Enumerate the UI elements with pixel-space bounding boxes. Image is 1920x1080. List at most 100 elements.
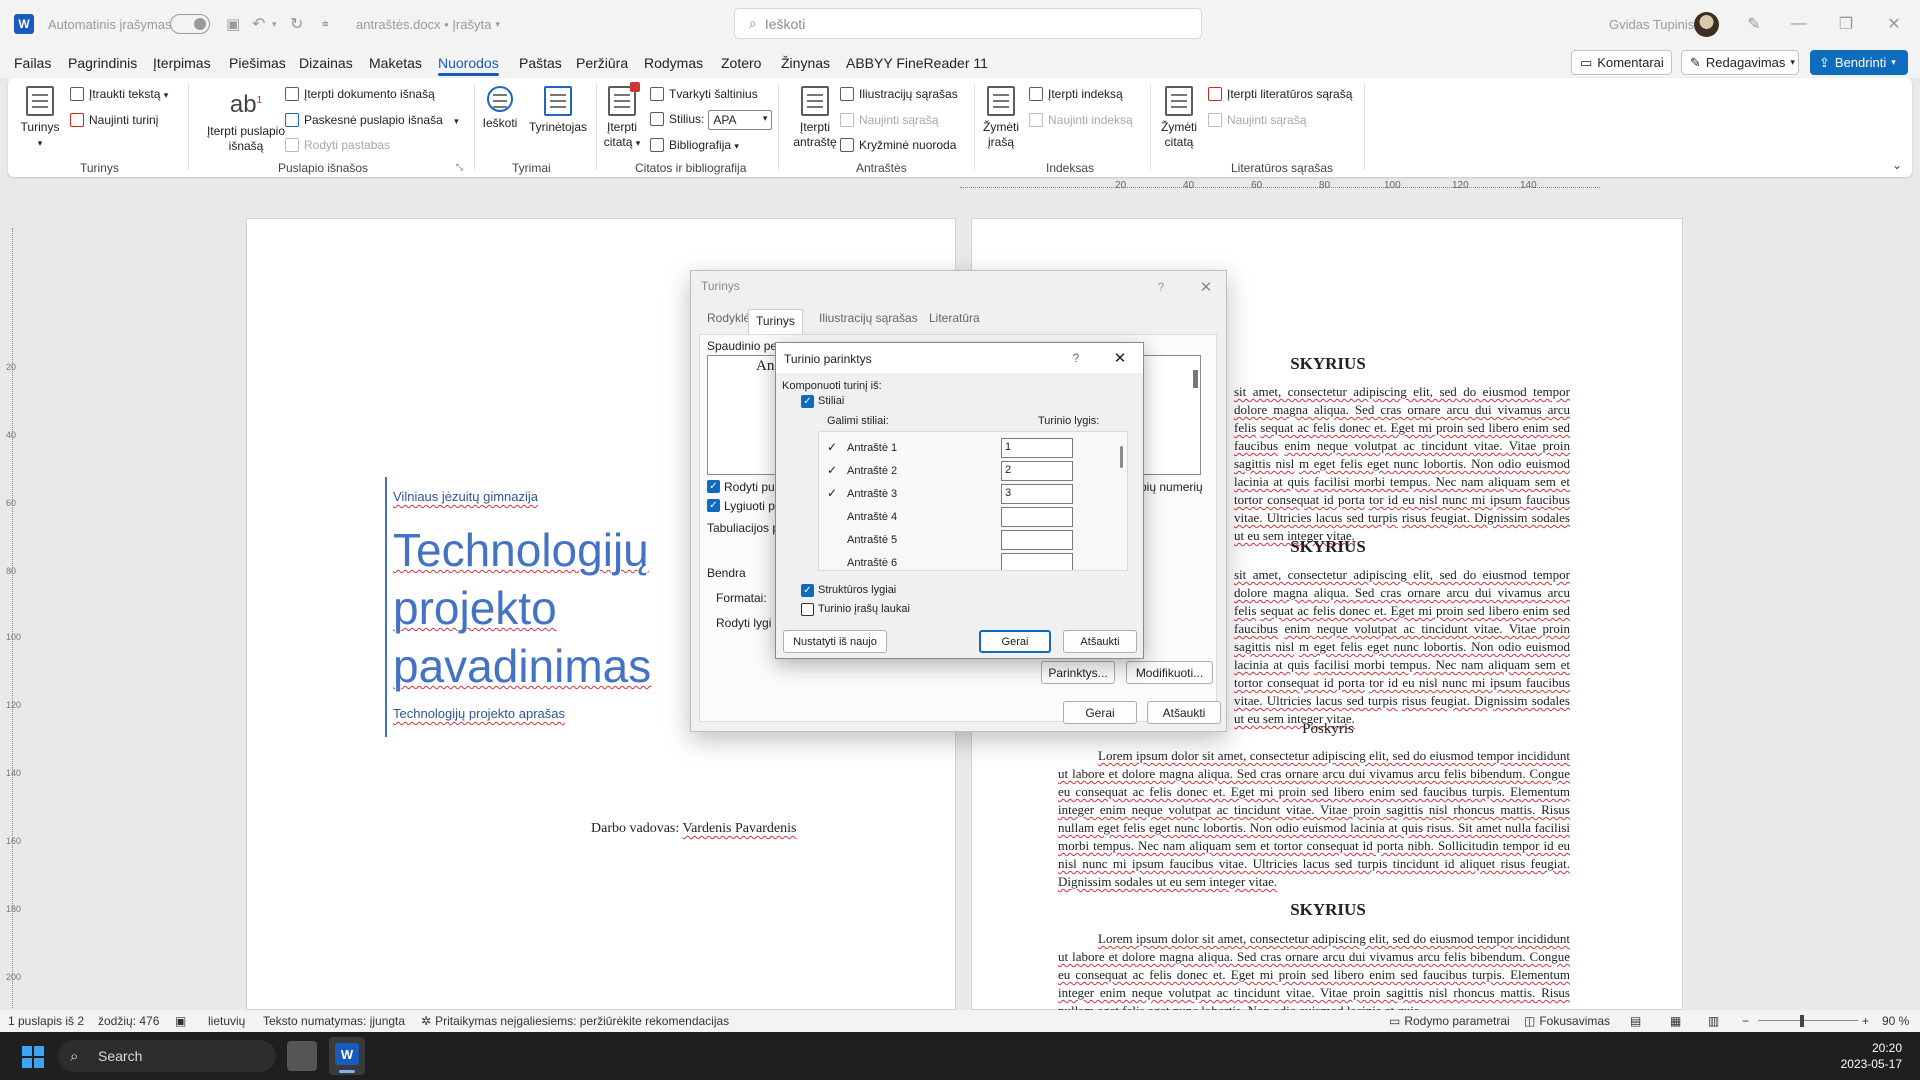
search-ribbon-button[interactable]: Ieškoti [480,86,520,131]
update-index-button[interactable]: Naujinti indeksą [1029,113,1133,127]
doc-paragraph[interactable]: Lorem ipsum dolor sit amet, consectetur … [1058,747,1570,891]
toc-button[interactable]: Turinys ▾ [20,86,60,151]
user-name[interactable]: Gvidas Tupinis [1609,0,1694,48]
tab-rodykle[interactable]: Rodyklė [707,311,750,333]
editing-button[interactable]: ✎ Redagavimas ▾ [1681,50,1799,75]
level-input[interactable] [1001,530,1073,550]
style-level-list[interactable]: ✓ Antraštė 1 1 ✓ Antraštė 2 2 ✓ Antraštė 3 3 A… [818,431,1128,571]
insert-index-button[interactable]: Įterpti indeksą [1029,87,1123,101]
cross-reference-button[interactable]: Kryžminė nuoroda [840,138,956,152]
tab-turinys[interactable]: Turinys [748,309,803,335]
help-icon[interactable]: ? [1151,277,1171,297]
text-prediction[interactable]: Teksto numatymas: įjungta [263,1014,405,1028]
level-input[interactable]: 3 [1001,484,1073,504]
page-count[interactable]: 1 puslapis iš 2 [8,1014,84,1028]
help-icon[interactable]: ? [1066,348,1086,368]
display-settings[interactable]: ▭ Rodymo parametrai [1389,1014,1510,1028]
update-table-button[interactable]: Naujinti sąrašą [840,113,938,127]
zoom-level[interactable]: 90 % [1882,1014,1909,1028]
zoom-in-icon[interactable]: + [1862,1014,1869,1028]
zoom-slider-thumb[interactable] [1800,1015,1804,1027]
style-selector[interactable]: Stilius: APA ▾ [650,110,773,130]
customize-toolbar-icon[interactable]: ⩧ [322,0,328,48]
tab-pastas[interactable]: Paštas [519,48,562,78]
redo-icon[interactable]: ↻ [290,0,303,48]
web-layout-icon[interactable]: ▥ [1708,1014,1719,1028]
save-icon[interactable]: ▣ [226,0,240,48]
add-text-button[interactable]: Įtraukti tekstą ▾ [70,87,168,101]
close-window-icon[interactable]: ✕ [1880,10,1908,38]
doc-paragraph[interactable]: Lorem ipsum dolor sit amet, consectetur … [1058,930,1570,1010]
windows-start-icon[interactable] [22,1046,44,1068]
cover-supervisor[interactable]: Darbo vadovas: Vardenis Pavardenis [591,821,796,837]
list-item[interactable]: ✓ Antraštė 1 1 [819,437,1109,460]
list-scrollbar[interactable] [1120,446,1123,468]
search-input[interactable]: ⌕ Ieškoti [734,8,1202,39]
style-select[interactable]: APA ▾ [708,110,773,130]
tab-abbyy[interactable]: ABBYY FineReader 11 [846,48,988,78]
doc-heading[interactable]: SKYRIUS [972,900,1684,920]
list-item[interactable]: Antraštė 6 [819,552,1109,570]
cancel-button[interactable]: Atšaukti [1147,701,1221,724]
mark-citation-button[interactable]: Žymėti citatą [1156,86,1202,150]
collapse-ribbon-icon[interactable]: ⌄ [1892,158,1902,172]
update-toa-button[interactable]: Naujinti sąrašą [1208,113,1306,127]
proofing-icon[interactable]: ▣ [175,1014,186,1028]
tab-zinynas[interactable]: Žinynas [781,48,830,78]
list-item[interactable]: Antraštė 5 [819,529,1109,552]
system-clock[interactable]: 20:20 2023-05-17 [1841,1040,1902,1072]
accessibility-status[interactable]: ✲ Pritaikymas neįgaliesiems: peržiūrėkite… [421,1014,729,1028]
list-item[interactable]: ✓ Antraštė 2 2 [819,460,1109,483]
level-input[interactable] [1001,507,1073,527]
insert-toa-button[interactable]: Įterpti literatūros sąrašą [1208,87,1352,101]
researcher-button[interactable]: Tyrinėtojas [526,86,590,135]
tab-perziura[interactable]: Peržiūra [576,48,628,78]
insert-caption-button[interactable]: Įterpti antraštę [790,86,840,150]
insert-footnote-button[interactable]: ab1 Įterpti puslapio išnašą [196,86,296,154]
focus-mode[interactable]: ◫ Fokusavimas [1524,1014,1610,1028]
mark-entry-button[interactable]: Žymėti įrašą [978,86,1024,150]
entry-fields-checkbox[interactable] [801,603,814,616]
show-page-numbers-checkbox[interactable]: ✓ [707,480,720,493]
zoom-out-icon[interactable]: − [1742,1014,1749,1028]
word-taskbar-button[interactable]: W [329,1037,365,1075]
level-input[interactable]: 2 [1001,461,1073,481]
comments-button[interactable]: ▭ Komentarai [1571,50,1672,75]
tab-literatura[interactable]: Literatūra [929,311,980,333]
next-footnote-button[interactable]: Paskesnė puslapio išnaša ▾ [285,113,459,127]
close-icon[interactable]: ✕ [1196,277,1216,297]
doc-paragraph[interactable]: sit amet, consectetur adipiscing elit, s… [1234,383,1570,545]
manage-sources-button[interactable]: Tvarkyti šaltinius [650,87,758,101]
reset-button[interactable]: Nustatyti iš naujo [783,630,887,653]
dialog-launcher-icon[interactable]: ⤡ [456,162,463,173]
tab-iterpimas[interactable]: Įterpimas [153,48,211,78]
bibliography-button[interactable]: Bibliografija ▾ [650,138,739,152]
undo-icon[interactable]: ↶ [252,0,265,48]
pen-icon[interactable]: ✎ [1740,10,1768,38]
avatar[interactable] [1694,12,1719,37]
show-notes-button[interactable]: Rodyti pastabas [285,138,390,152]
print-layout-icon[interactable]: ▦ [1670,1014,1681,1028]
tab-piesimas[interactable]: Piešimas [229,48,286,78]
minimize-icon[interactable]: — [1785,10,1813,38]
cover-subtitle[interactable]: Technologijų projekto aprašas [393,706,565,721]
list-item[interactable]: Antraštė 4 [819,506,1109,529]
tab-nuorodos[interactable]: Nuorodos [438,48,499,78]
restore-icon[interactable]: ❐ [1832,10,1860,38]
tab-rodymas[interactable]: Rodymas [644,48,703,78]
update-toc-button[interactable]: Naujinti turinį [70,113,158,127]
insert-citation-button[interactable]: Įterpti citatą ▾ [600,82,644,151]
zoom-slider[interactable] [1758,1020,1858,1021]
tab-pagrindinis[interactable]: Pagrindinis [68,48,137,78]
ok-button[interactable]: Gerai [1063,701,1137,724]
undo-dropdown-icon[interactable]: ▾ [272,0,277,48]
cancel-button[interactable]: Atšaukti [1063,630,1137,653]
level-input[interactable]: 1 [1001,438,1073,458]
document-title[interactable]: antraštės.docx • Įrašyta ▾ [356,0,500,48]
task-view-icon[interactable] [287,1041,317,1071]
tab-iliustraciju-sarasas[interactable]: Iliustracijų sąrašas [819,311,918,333]
close-icon[interactable]: ✕ [1110,348,1130,368]
tab-zotero[interactable]: Zotero [721,48,761,78]
language-indicator[interactable]: lietuvių [208,1014,245,1028]
taskbar-search[interactable]: ⌕ Search [58,1040,276,1072]
